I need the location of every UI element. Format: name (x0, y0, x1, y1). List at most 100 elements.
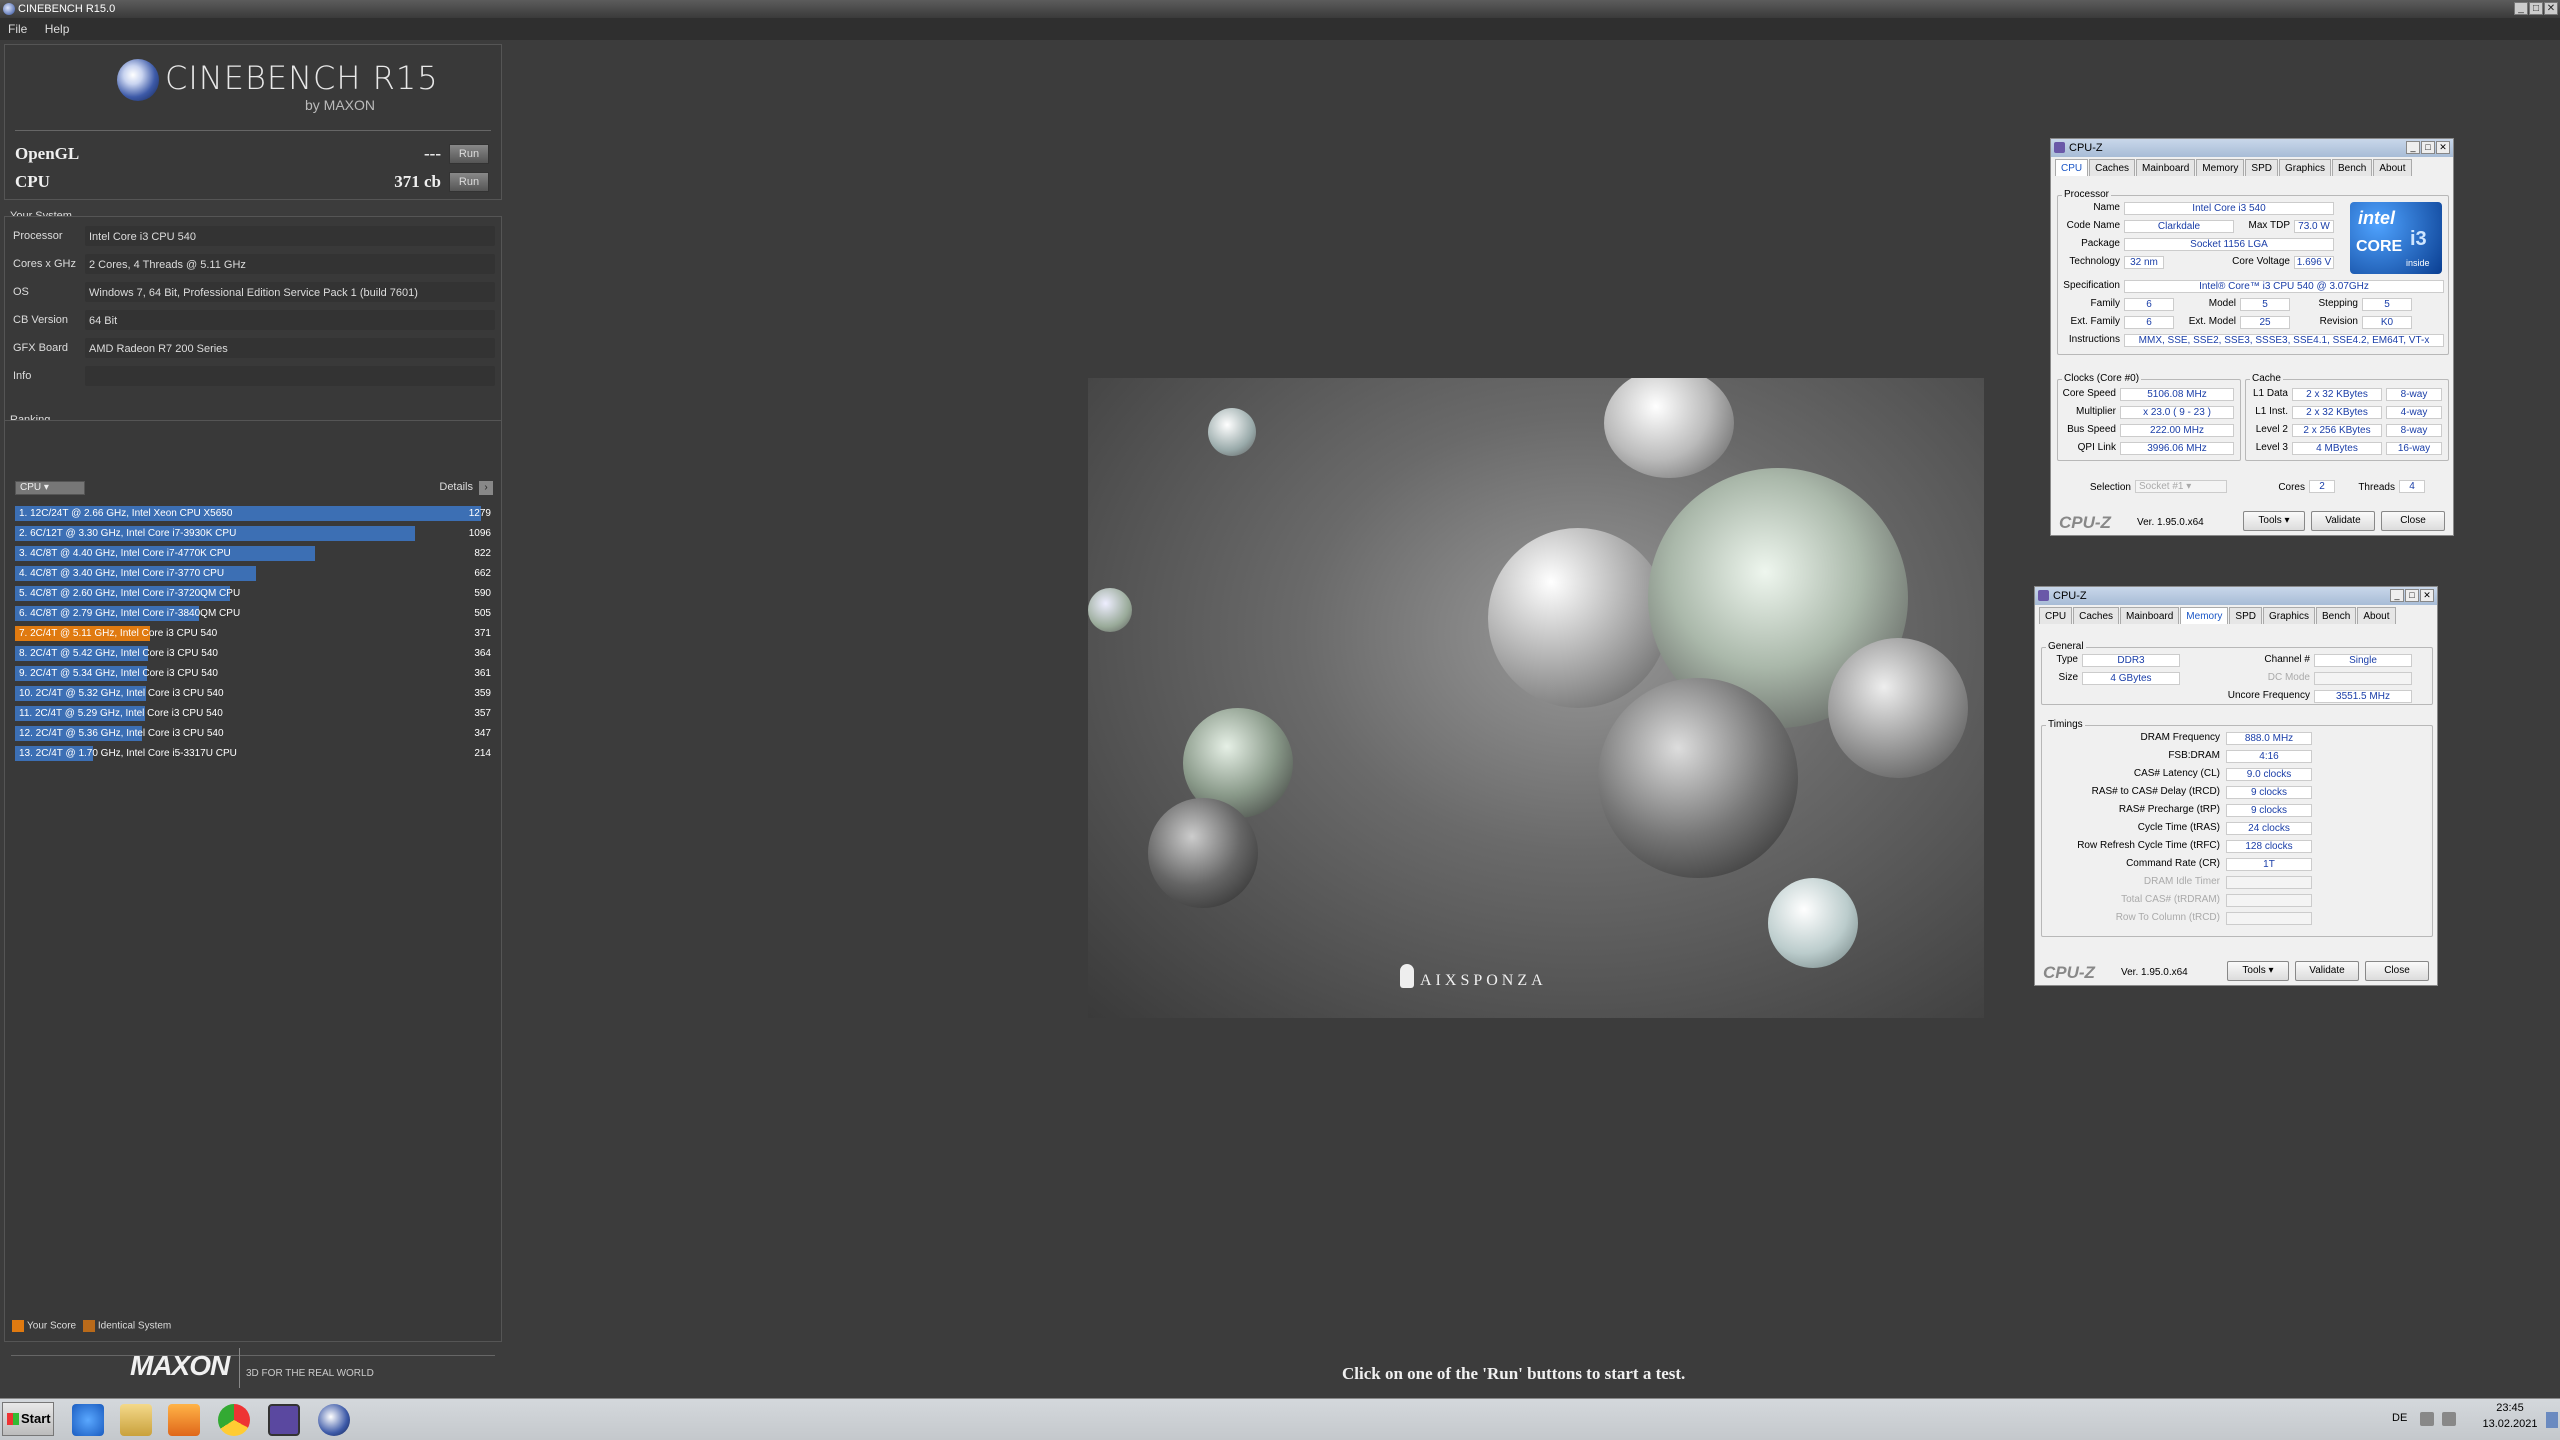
tab-bench[interactable]: Bench (2316, 607, 2357, 624)
legend-your-score: Your Score (27, 1320, 77, 1332)
tab-bench[interactable]: Bench (2332, 159, 2373, 176)
clock-time[interactable]: 23:45 (2480, 1402, 2540, 1414)
max-tdp-field: 73.0 W (2294, 220, 2334, 233)
tab-mainboard[interactable]: Mainboard (2136, 159, 2196, 176)
timing-label: RAS# to CAS# Delay (tRCD) (2091, 786, 2220, 797)
ranking-row[interactable]: 2. 6C/12T @ 3.30 GHz, Intel Core i7-3930… (15, 525, 495, 542)
model-field: 5 (2240, 298, 2290, 311)
ranking-score: 357 (474, 708, 491, 719)
maximize-button[interactable]: □ (2405, 589, 2419, 602)
tab-spd[interactable]: SPD (2245, 159, 2278, 176)
window-titlebar: CINEBENCH R15.0 _ □ ✕ (0, 0, 2560, 18)
tab-spd[interactable]: SPD (2229, 607, 2262, 624)
tab-memory[interactable]: Memory (2196, 159, 2245, 176)
opengl-label: OpenGL (15, 144, 80, 163)
cores-field: 2 (2309, 480, 2335, 493)
cpuz-taskbar-icon[interactable] (268, 1404, 300, 1436)
cpu-run-button[interactable]: Run (449, 172, 489, 192)
system-info-key: Info (13, 370, 32, 382)
ranking-type-select[interactable]: CPU ▾ (15, 481, 85, 495)
ranking-row[interactable]: 13. 2C/4T @ 1.70 GHz, Intel Core i5-3317… (15, 745, 495, 762)
tools-button[interactable]: Tools ▾ (2227, 961, 2289, 981)
menu-file[interactable]: File (8, 22, 27, 36)
multiplier-field: x 23.0 ( 9 - 23 ) (2120, 406, 2234, 419)
tab-mainboard[interactable]: Mainboard (2120, 607, 2180, 624)
internet-explorer-icon[interactable] (72, 1404, 104, 1436)
ranking-row[interactable]: 9. 2C/4T @ 5.34 GHz, Intel Core i3 CPU 5… (15, 665, 495, 682)
timing-label: DRAM Idle Timer (2143, 876, 2220, 887)
minimize-button[interactable]: _ (2514, 2, 2528, 15)
tab-caches[interactable]: Caches (2089, 159, 2136, 176)
timing-label: DRAM Frequency (2140, 732, 2220, 743)
start-button[interactable]: Start (2, 1402, 54, 1436)
validate-button[interactable]: Validate (2311, 511, 2375, 531)
ranking-label: 5. 4C/8T @ 2.60 GHz, Intel Core i7-3720Q… (19, 588, 241, 599)
selection-label: Selection (2089, 482, 2131, 493)
timing-label: FSB:DRAM (2168, 750, 2220, 761)
file-explorer-icon[interactable] (120, 1404, 152, 1436)
ranking-row[interactable]: 12. 2C/4T @ 5.36 GHz, Intel Core i3 CPU … (15, 725, 495, 742)
minimize-button[interactable]: _ (2390, 589, 2404, 602)
tab-about[interactable]: About (2357, 607, 2396, 624)
processor-heading: Processor (2062, 189, 2112, 200)
media-player-icon[interactable] (168, 1404, 200, 1436)
validate-button[interactable]: Validate (2295, 961, 2359, 981)
tab-caches[interactable]: Caches (2073, 607, 2120, 624)
render-preview-image (1088, 378, 1984, 1018)
network-icon[interactable] (2420, 1412, 2434, 1426)
close-button[interactable]: ✕ (2436, 141, 2450, 154)
show-desktop-button[interactable] (2546, 1412, 2558, 1428)
tab-cpu[interactable]: CPU (2055, 159, 2089, 176)
ranking-label: 11. 2C/4T @ 5.29 GHz, Intel Core i3 CPU … (19, 708, 223, 719)
ranking-row[interactable]: 5. 4C/8T @ 2.60 GHz, Intel Core i7-3720Q… (15, 585, 495, 602)
intel-badge-inside: inside (2406, 258, 2430, 268)
ranking-row[interactable]: 11. 2C/4T @ 5.29 GHz, Intel Core i3 CPU … (15, 705, 495, 722)
system-info-row: Processor Intel Core i3 CPU 540 (11, 225, 495, 247)
close-button[interactable]: ✕ (2420, 589, 2434, 602)
ranking-row[interactable]: 10. 2C/4T @ 5.32 GHz, Intel Core i3 CPU … (15, 685, 495, 702)
logo-title: CINEBENCH R15 (165, 59, 439, 97)
ranking-row[interactable]: 7. 2C/4T @ 5.11 GHz, Intel Core i3 CPU 5… (15, 625, 495, 642)
minimize-button[interactable]: _ (2406, 141, 2420, 154)
tab-cpu[interactable]: CPU (2039, 607, 2073, 624)
clock-date[interactable]: 13.02.2021 (2480, 1418, 2540, 1430)
tab-graphics[interactable]: Graphics (2262, 607, 2315, 624)
ranking-row[interactable]: 6. 4C/8T @ 2.79 GHz, Intel Core i7-3840Q… (15, 605, 495, 622)
close-window-button[interactable]: Close (2365, 961, 2429, 981)
qpi-link-label: QPI Link (2077, 442, 2116, 453)
family-field: 6 (2124, 298, 2174, 311)
details-toggle-button[interactable]: › (479, 481, 493, 495)
cpuz-app-icon (2038, 590, 2049, 601)
timing-label: Row Refresh Cycle Time (tRFC) (2077, 840, 2220, 851)
identical-system-swatch (82, 1320, 95, 1332)
maximize-button[interactable]: □ (2529, 2, 2543, 15)
code-name-label: Code Name (2066, 220, 2120, 231)
general-group: General Type DDR3 Size 4 GBytes Channel … (2041, 641, 2433, 705)
technology-label: Technology (2069, 256, 2120, 267)
menu-help[interactable]: Help (45, 22, 70, 36)
ranking-row[interactable]: 4. 4C/8T @ 3.40 GHz, Intel Core i7-3770 … (15, 565, 495, 582)
tab-memory[interactable]: Memory (2180, 607, 2229, 624)
opengl-run-button[interactable]: Run (449, 144, 489, 164)
maximize-button[interactable]: □ (2421, 141, 2435, 154)
ranking-row[interactable]: 1. 12C/24T @ 2.66 GHz, Intel Xeon CPU X5… (15, 505, 495, 522)
tab-graphics[interactable]: Graphics (2278, 159, 2331, 176)
cinebench-taskbar-icon[interactable] (318, 1404, 350, 1436)
tab-about[interactable]: About (2373, 159, 2412, 176)
language-indicator[interactable]: DE (2392, 1412, 2407, 1424)
socket-select[interactable]: Socket #1 ▾ (2135, 480, 2227, 493)
window-controls: _ □ ✕ (2514, 2, 2558, 15)
ranking-row[interactable]: 3. 4C/8T @ 4.40 GHz, Intel Core i7-4770K… (15, 545, 495, 562)
benchmark-panel: CINEBENCH R15 by MAXON OpenGL --- Run CP… (4, 44, 502, 200)
close-window-button[interactable]: Close (2381, 511, 2445, 531)
memory-type-field: DDR3 (2082, 654, 2180, 667)
system-info-row: OS Windows 7, 64 Bit, Professional Editio… (11, 281, 495, 303)
volume-icon[interactable] (2442, 1412, 2456, 1426)
chrome-icon[interactable] (218, 1404, 250, 1436)
system-info-key: Cores x GHz (13, 258, 76, 270)
close-button[interactable]: ✕ (2544, 2, 2558, 15)
tools-button[interactable]: Tools ▾ (2243, 511, 2305, 531)
ranking-label: 7. 2C/4T @ 5.11 GHz, Intel Core i3 CPU 5… (19, 628, 218, 639)
ranking-row[interactable]: 8. 2C/4T @ 5.42 GHz, Intel Core i3 CPU 5… (15, 645, 495, 662)
name-label: Name (2093, 202, 2120, 213)
